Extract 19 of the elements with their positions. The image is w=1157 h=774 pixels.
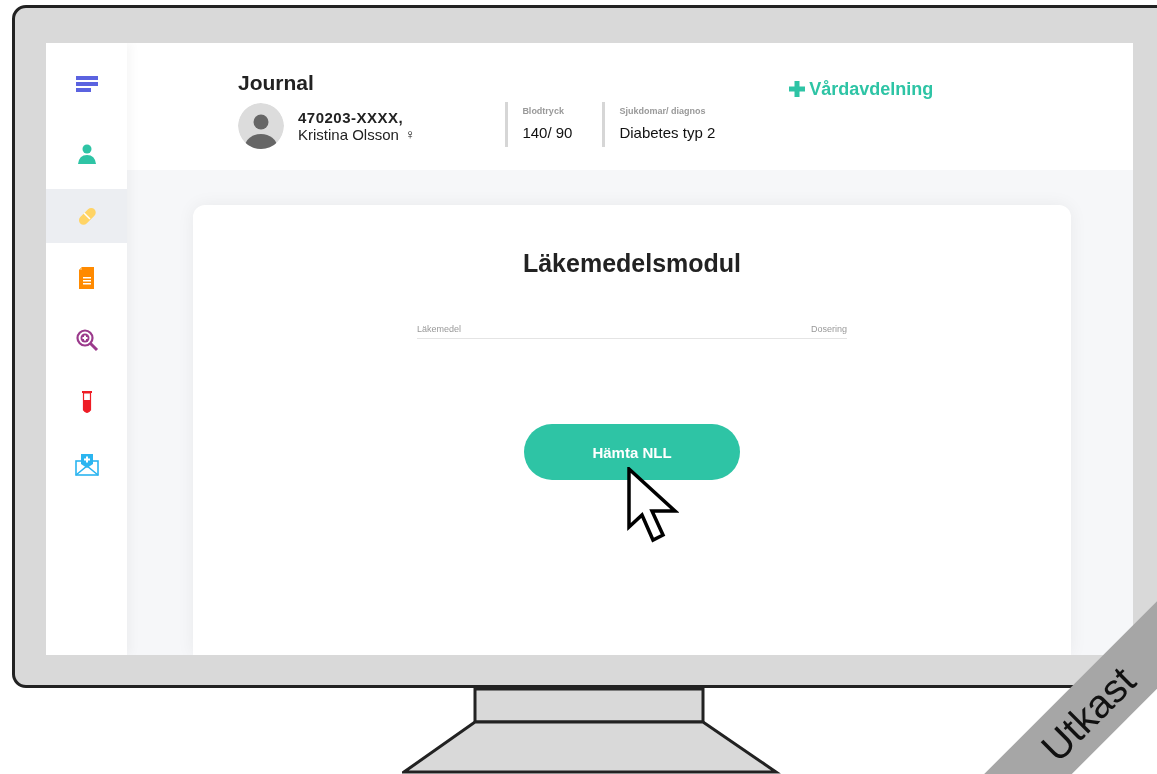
module-title: Läkemedelsmodul (522, 249, 742, 278)
page-title: Journal (238, 71, 315, 95)
fetch-button[interactable]: Hämta NLL (524, 424, 740, 480)
magnifier-plus-icon (74, 328, 99, 352)
vital-label: Sjukdomar/ diagnos (619, 106, 707, 116)
patient-name: Kristina Olsson (298, 126, 399, 143)
cursor-icon (627, 467, 679, 543)
avatar-icon (238, 103, 284, 149)
ward-link[interactable]: Vårdavdelning (789, 77, 934, 101)
vital-value: 140/ 90 (522, 124, 573, 141)
column-header: Dosering (810, 324, 847, 334)
patient-id: 470203-XXXX, (298, 109, 405, 126)
plus-icon (789, 81, 806, 97)
menu-icon[interactable] (75, 76, 98, 92)
vital-label: Blodtryck (522, 106, 565, 116)
envelope-plus-icon (74, 452, 99, 476)
sex-symbol: ♀ (404, 126, 416, 143)
vital-value: Diabetes typ 2 (619, 124, 716, 141)
column-header: Läkemedel (417, 324, 462, 334)
